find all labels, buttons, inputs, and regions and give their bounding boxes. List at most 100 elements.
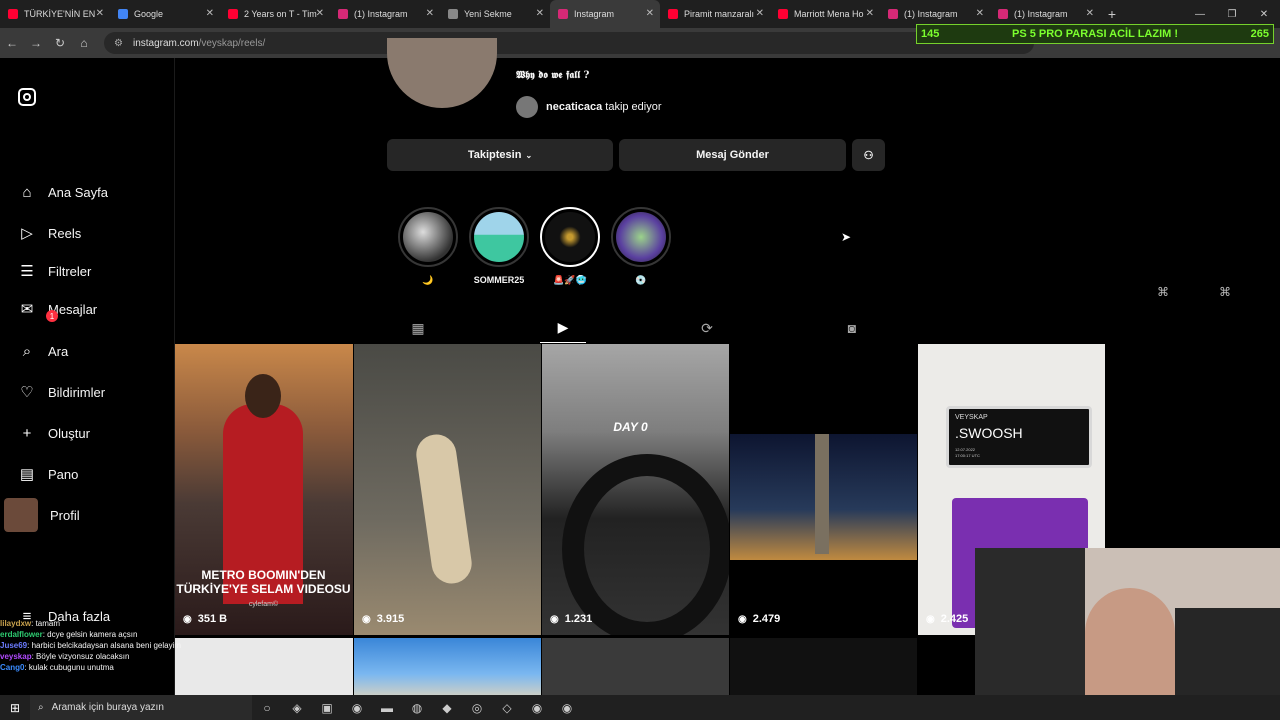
dashboard-icon: ▤ bbox=[19, 466, 35, 483]
browser-tab[interactable]: Piramit manzaralı ✕ bbox=[660, 0, 770, 28]
highlight-label: 🌙 bbox=[422, 275, 434, 285]
extension-icon[interactable]: ⌘ bbox=[1219, 285, 1231, 299]
search-icon: ⌕ bbox=[22, 342, 32, 360]
instagram-logo-icon[interactable] bbox=[18, 88, 36, 106]
app-icon[interactable]: ◉ bbox=[552, 701, 582, 715]
steam-icon[interactable]: ◍ bbox=[402, 701, 432, 715]
tab-posts[interactable]: ▦ bbox=[395, 313, 441, 343]
browser-tab[interactable]: Google ✕ bbox=[110, 0, 220, 28]
close-tab-icon[interactable]: ✕ bbox=[756, 8, 764, 19]
close-tab-icon[interactable]: ✕ bbox=[206, 8, 214, 19]
suggest-user-button[interactable]: ⚇ bbox=[852, 139, 885, 171]
reload-icon[interactable]: ↻ bbox=[48, 36, 72, 50]
tab-reposts[interactable]: ⟳ bbox=[684, 313, 730, 343]
tab-tagged[interactable]: ◙ bbox=[829, 313, 875, 343]
reel-tile[interactable] bbox=[730, 638, 917, 698]
tab-favicon-icon bbox=[8, 9, 18, 19]
extension-icon[interactable]: ⌘ bbox=[1157, 285, 1169, 299]
close-tab-icon[interactable]: ✕ bbox=[426, 8, 434, 19]
browser-tab[interactable]: 2 Years on T - Tim ✕ bbox=[220, 0, 330, 28]
app-icon[interactable]: ◇ bbox=[492, 701, 522, 715]
taskview-icon[interactable]: ◈ bbox=[282, 701, 312, 715]
browser-tab[interactable]: (1) Instagram ✕ bbox=[330, 0, 440, 28]
reel-tile[interactable] bbox=[354, 638, 541, 698]
app-icon[interactable]: ◆ bbox=[432, 701, 462, 715]
sidebar-item-create[interactable]: + Oluştur bbox=[18, 424, 90, 442]
sidebar-item-messages[interactable]: ✉ 1 Mesajlar bbox=[18, 300, 97, 322]
close-tab-icon[interactable]: ✕ bbox=[1086, 8, 1094, 19]
sidebar-item-reels[interactable]: ▷ Reels bbox=[18, 224, 81, 242]
unread-badge: 1 bbox=[46, 310, 58, 322]
close-tab-icon[interactable]: ✕ bbox=[646, 8, 654, 19]
tab-label: (1) Instagram bbox=[354, 9, 408, 19]
sidebar-item-label: Reels bbox=[48, 225, 82, 241]
chat-message: lilaydxw: tamam bbox=[0, 619, 61, 628]
messages-icon: ✉ bbox=[20, 301, 34, 318]
minimize-icon[interactable]: — bbox=[1184, 9, 1216, 20]
taskbar-search[interactable]: ⌕ Aramak için buraya yazın bbox=[30, 695, 252, 720]
sidebar-item-filters[interactable]: ☰ Filtreler bbox=[18, 262, 91, 280]
close-tab-icon[interactable]: ✕ bbox=[96, 8, 104, 19]
reel-caption: METRO BOOMIN'DEN TÜRKİYE'YE SELAM VIDEOS… bbox=[176, 568, 351, 596]
cortana-icon[interactable]: ○ bbox=[252, 701, 282, 715]
grid-icon: ▦ bbox=[411, 319, 425, 336]
tab-label: Marriott Mena Ho bbox=[794, 9, 864, 19]
sidebar-item-search[interactable]: ⌕ Ara bbox=[18, 342, 68, 360]
following-button[interactable]: Takiptesin ⌄ bbox=[387, 139, 613, 171]
story-highlight[interactable]: 🚨🚀🥶 bbox=[539, 207, 601, 286]
tab-label: Piramit manzaralı bbox=[684, 9, 755, 19]
story-highlight[interactable]: 🌙 bbox=[397, 207, 459, 286]
tab-label: (1) Instagram bbox=[1014, 9, 1068, 19]
sidebar-item-notifications[interactable]: ♡ Bildirimler bbox=[18, 383, 105, 401]
sidebar-item-home[interactable]: ⌂ Ana Sayfa bbox=[18, 183, 108, 201]
sidebar-item-profile[interactable]: Profil bbox=[4, 498, 80, 532]
profile-picture[interactable] bbox=[387, 38, 497, 108]
store-icon[interactable]: ▣ bbox=[312, 701, 342, 715]
chrome-icon[interactable]: ◉ bbox=[342, 701, 372, 715]
windows-start-icon[interactable]: ⊞ bbox=[0, 701, 30, 715]
card-brand: VEYSKAP bbox=[955, 414, 988, 421]
sidebar-item-label: Ara bbox=[48, 343, 69, 359]
eye-icon: ◉ bbox=[362, 613, 371, 625]
restore-icon[interactable]: ❐ bbox=[1216, 9, 1248, 20]
folder-icon[interactable]: ▬ bbox=[372, 701, 402, 715]
home-browser-icon[interactable]: ⌂ bbox=[72, 36, 96, 50]
browser-tab[interactable]: Marriott Mena Ho ✕ bbox=[770, 0, 880, 28]
reel-tile[interactable]: ◉ 2.479 bbox=[730, 344, 917, 635]
followed-by-text: takip ediyor bbox=[605, 101, 662, 113]
heart-icon: ♡ bbox=[20, 384, 34, 401]
tab-reels[interactable]: ▶ bbox=[540, 313, 586, 343]
reel-tile[interactable]: METRO BOOMIN'DEN TÜRKİYE'YE SELAM VIDEOS… bbox=[175, 344, 353, 635]
app-icon[interactable]: ◎ bbox=[462, 701, 492, 715]
tab-favicon-icon bbox=[448, 9, 458, 19]
send-message-button[interactable]: Mesaj Gönder bbox=[619, 139, 846, 171]
close-tab-icon[interactable]: ✕ bbox=[536, 8, 544, 19]
tab-label: Instagram bbox=[574, 9, 615, 19]
chat-message: Cang0: kulak cubugunu unutma bbox=[0, 663, 114, 672]
close-window-icon[interactable]: ✕ bbox=[1248, 9, 1280, 20]
chat-message: erdalflower: dcye gelsin kamera açsın bbox=[0, 630, 138, 639]
reels-icon: ▷ bbox=[21, 225, 33, 242]
reel-tile[interactable]: DAY 0 ◉ 1.231 bbox=[542, 344, 729, 635]
new-tab-button[interactable]: + bbox=[1100, 6, 1124, 22]
reel-tile[interactable] bbox=[542, 638, 729, 698]
sidebar-item-dashboard[interactable]: ▤ Pano bbox=[18, 465, 78, 483]
browser-tab[interactable]: Instagram ✕ bbox=[550, 0, 660, 28]
forward-icon[interactable]: → bbox=[24, 36, 48, 50]
close-tab-icon[interactable]: ✕ bbox=[866, 8, 874, 19]
chat-message: veyskap: Böyle vizyonsuz olacaksın bbox=[0, 652, 130, 661]
browser-tab[interactable]: TÜRKİYE'NİN EN ✕ bbox=[0, 0, 110, 28]
reel-tile[interactable]: ◉ 3.915 bbox=[354, 344, 541, 635]
tab-favicon-icon bbox=[118, 9, 128, 19]
url-field[interactable]: ⚙ instagram.com/veyskap/reels/ bbox=[104, 32, 1034, 54]
chrome-icon[interactable]: ◉ bbox=[522, 701, 552, 715]
close-tab-icon[interactable]: ✕ bbox=[976, 8, 984, 19]
close-tab-icon[interactable]: ✕ bbox=[316, 8, 324, 19]
site-info-icon[interactable]: ⚙ bbox=[114, 38, 123, 49]
followed-by[interactable]: necaticaca takip ediyor bbox=[516, 96, 662, 118]
highlight-label: SOMMER25 bbox=[473, 275, 525, 285]
browser-tab[interactable]: Yeni Sekme ✕ bbox=[440, 0, 550, 28]
story-highlight[interactable]: SOMMER25 bbox=[468, 207, 530, 285]
back-icon[interactable]: ← bbox=[0, 36, 24, 50]
story-highlight[interactable]: 💿 bbox=[610, 207, 672, 286]
